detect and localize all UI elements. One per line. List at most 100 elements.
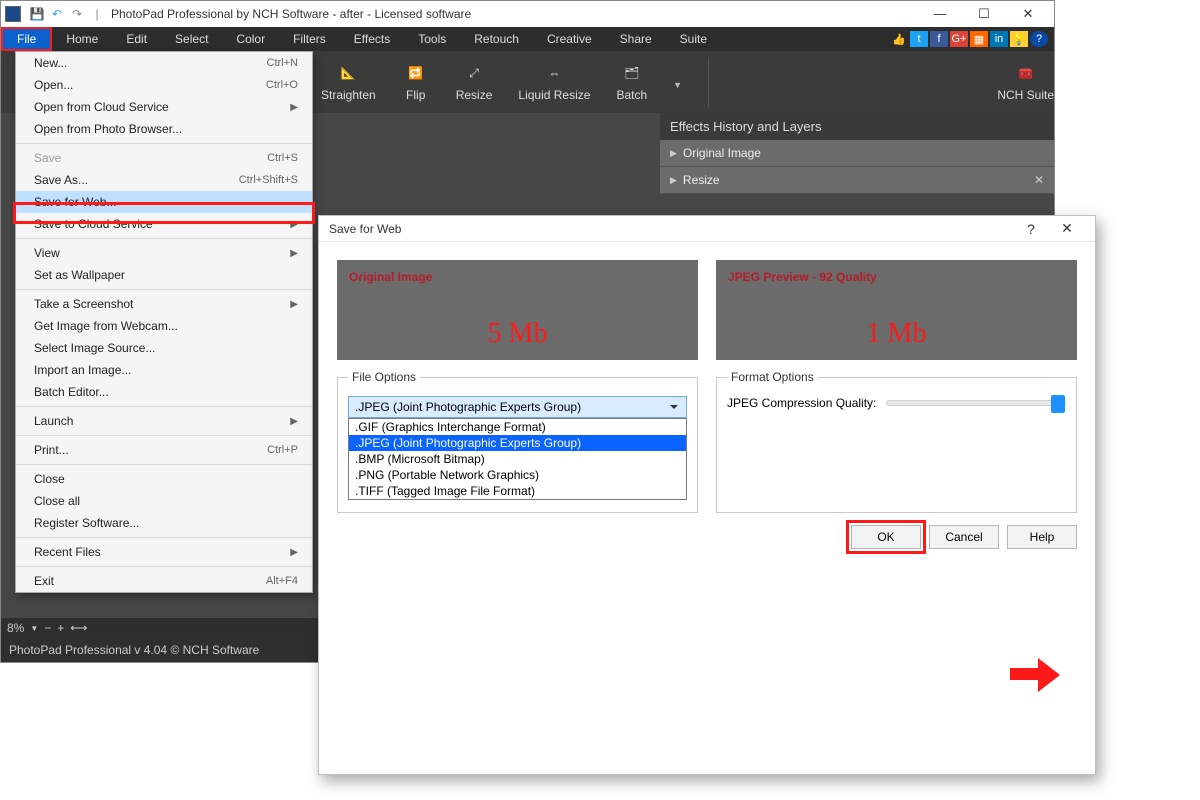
cancel-button[interactable]: Cancel: [929, 525, 999, 549]
like-icon[interactable]: 👍: [890, 31, 908, 47]
file-menu-save-for-web[interactable]: Save for Web...: [16, 191, 312, 213]
jpeg-preview-size: 1 Mb: [716, 314, 1077, 360]
file-menu-launch[interactable]: Launch▶: [16, 410, 312, 432]
flip-icon: 🔁: [402, 62, 430, 84]
ribbon-nch-suite[interactable]: 🧰NCH Suite: [997, 62, 1054, 102]
zoom-value: 8%: [7, 621, 24, 635]
file-menu-set-as-wallpaper[interactable]: Set as Wallpaper: [16, 264, 312, 286]
format-option[interactable]: .PNG (Portable Network Graphics): [349, 467, 686, 483]
fb-icon[interactable]: f: [930, 31, 948, 47]
menu-share[interactable]: Share: [606, 27, 666, 51]
effects-panel-title: Effects History and Layers: [660, 113, 1054, 140]
file-options-fieldset: File Options .JPEG (Joint Photographic E…: [337, 370, 698, 513]
format-option[interactable]: .GIF (Graphics Interchange Format): [349, 419, 686, 435]
ok-button[interactable]: OK: [851, 525, 921, 549]
save-for-web-dialog: Save for Web ? ✕ Original Image 5 Mb JPE…: [318, 215, 1096, 775]
effects-panel: Effects History and Layers ▶Original Ima…: [660, 113, 1054, 194]
q-icon[interactable]: ?: [1030, 31, 1048, 47]
chevron-right-icon: ▶: [290, 219, 298, 230]
minimize-button[interactable]: —: [918, 2, 962, 26]
menu-suite[interactable]: Suite: [666, 27, 721, 51]
file-menu-close-all[interactable]: Close all: [16, 490, 312, 512]
menu-tools[interactable]: Tools: [404, 27, 460, 51]
bulb-icon[interactable]: 💡: [1010, 31, 1028, 47]
file-menu-take-a-screenshot[interactable]: Take a Screenshot▶: [16, 293, 312, 315]
close-button[interactable]: ✕: [1006, 2, 1050, 26]
format-option[interactable]: .BMP (Microsoft Bitmap): [349, 451, 686, 467]
format-options-label: Format Options: [727, 370, 818, 384]
format-listbox[interactable]: .GIF (Graphics Interchange Format).JPEG …: [348, 418, 687, 500]
file-options-label: File Options: [348, 370, 420, 384]
file-menu-open[interactable]: Open...Ctrl+O: [16, 74, 312, 96]
menu-file[interactable]: File: [1, 27, 52, 51]
chevron-right-icon: ▶: [290, 299, 298, 310]
effects-row-close-icon[interactable]: ✕: [1034, 173, 1044, 187]
file-menu-import-an-image[interactable]: Import an Image...: [16, 359, 312, 381]
file-menu-save-to-cloud-service[interactable]: Save to Cloud Service▶: [16, 213, 312, 235]
file-menu-view[interactable]: View▶: [16, 242, 312, 264]
save-icon[interactable]: 💾: [28, 7, 46, 21]
maximize-button[interactable]: ☐: [962, 2, 1006, 26]
effects-row-resize[interactable]: ▶Resize✕: [660, 167, 1054, 194]
menu-effects[interactable]: Effects: [340, 27, 404, 51]
help-button[interactable]: Help: [1007, 525, 1077, 549]
menu-filters[interactable]: Filters: [279, 27, 340, 51]
chevron-right-icon: ▶: [670, 175, 677, 186]
format-option[interactable]: .JPEG (Joint Photographic Experts Group): [349, 435, 686, 451]
zoom-out-button[interactable]: −: [44, 621, 51, 635]
file-menu-open-from-cloud-service[interactable]: Open from Cloud Service▶: [16, 96, 312, 118]
effects-row-original[interactable]: ▶Original Image: [660, 140, 1054, 167]
window-title: PhotoPad Professional by NCH Software - …: [111, 7, 471, 21]
dialog-title: Save for Web: [329, 222, 401, 236]
in-icon[interactable]: in: [990, 31, 1008, 47]
zoom-dropdown-icon[interactable]: ▼: [30, 624, 38, 633]
file-menu-save: SaveCtrl+S: [16, 147, 312, 169]
chevron-right-icon: ▶: [290, 248, 298, 259]
ribbon-divider: [708, 57, 709, 107]
dialog-help-button[interactable]: ?: [1013, 221, 1049, 237]
format-combo[interactable]: .JPEG (Joint Photographic Experts Group): [348, 396, 687, 418]
menu-home[interactable]: Home: [52, 27, 112, 51]
gp-icon[interactable]: G+: [950, 31, 968, 47]
slider-thumb[interactable]: [1051, 395, 1065, 413]
file-menu-print[interactable]: Print...Ctrl+P: [16, 439, 312, 461]
ribbon-liquid-resize[interactable]: ⇔Liquid Resize: [518, 62, 590, 102]
chevron-right-icon: ▶: [670, 148, 677, 159]
file-menu-register-software[interactable]: Register Software...: [16, 512, 312, 534]
zoom-fit-button[interactable]: ⟷: [70, 621, 87, 635]
titlebar-separator: |: [88, 7, 106, 21]
quality-slider[interactable]: [886, 400, 1066, 406]
file-menu-recent-files[interactable]: Recent Files▶: [16, 541, 312, 563]
menu-retouch[interactable]: Retouch: [460, 27, 533, 51]
ribbon-batch-dropdown-icon[interactable]: ▼: [673, 74, 682, 90]
file-menu-open-from-photo-browser[interactable]: Open from Photo Browser...: [16, 118, 312, 140]
ribbon-resize[interactable]: ⤢Resize: [456, 62, 493, 102]
file-menu-save-as[interactable]: Save As...Ctrl+Shift+S: [16, 169, 312, 191]
titlebar: 💾 ↶ ↷ | PhotoPad Professional by NCH Sof…: [1, 1, 1054, 27]
menu-creative[interactable]: Creative: [533, 27, 606, 51]
menu-edit[interactable]: Edit: [112, 27, 161, 51]
file-menu-batch-editor[interactable]: Batch Editor...: [16, 381, 312, 403]
menubar: FileHomeEditSelectColorFiltersEffectsToo…: [1, 27, 1054, 51]
menu-select[interactable]: Select: [161, 27, 222, 51]
tw-icon[interactable]: t: [910, 31, 928, 47]
sh-icon[interactable]: ▦: [970, 31, 988, 47]
chevron-right-icon: ▶: [290, 416, 298, 427]
menu-color[interactable]: Color: [222, 27, 279, 51]
ribbon-straighten[interactable]: 📐Straighten: [321, 62, 376, 102]
file-menu-new[interactable]: New...Ctrl+N: [16, 52, 312, 74]
original-preview-size: 5 Mb: [337, 314, 698, 360]
file-menu-close[interactable]: Close: [16, 468, 312, 490]
ribbon-flip[interactable]: 🔁Flip: [402, 62, 430, 102]
file-menu-select-image-source[interactable]: Select Image Source...: [16, 337, 312, 359]
redo-icon[interactable]: ↷: [68, 7, 86, 21]
undo-icon[interactable]: ↶: [48, 7, 66, 21]
resize-icon: ⤢: [460, 62, 488, 84]
file-menu-get-image-from-webcam[interactable]: Get Image from Webcam...: [16, 315, 312, 337]
format-option[interactable]: .TIFF (Tagged Image File Format): [349, 483, 686, 499]
zoom-in-button[interactable]: +: [57, 621, 64, 635]
original-preview: Original Image 5 Mb: [337, 260, 698, 360]
dialog-close-button[interactable]: ✕: [1049, 220, 1085, 237]
file-menu-exit[interactable]: ExitAlt+F4: [16, 570, 312, 592]
ribbon-batch[interactable]: 🗂Batch: [616, 62, 647, 102]
